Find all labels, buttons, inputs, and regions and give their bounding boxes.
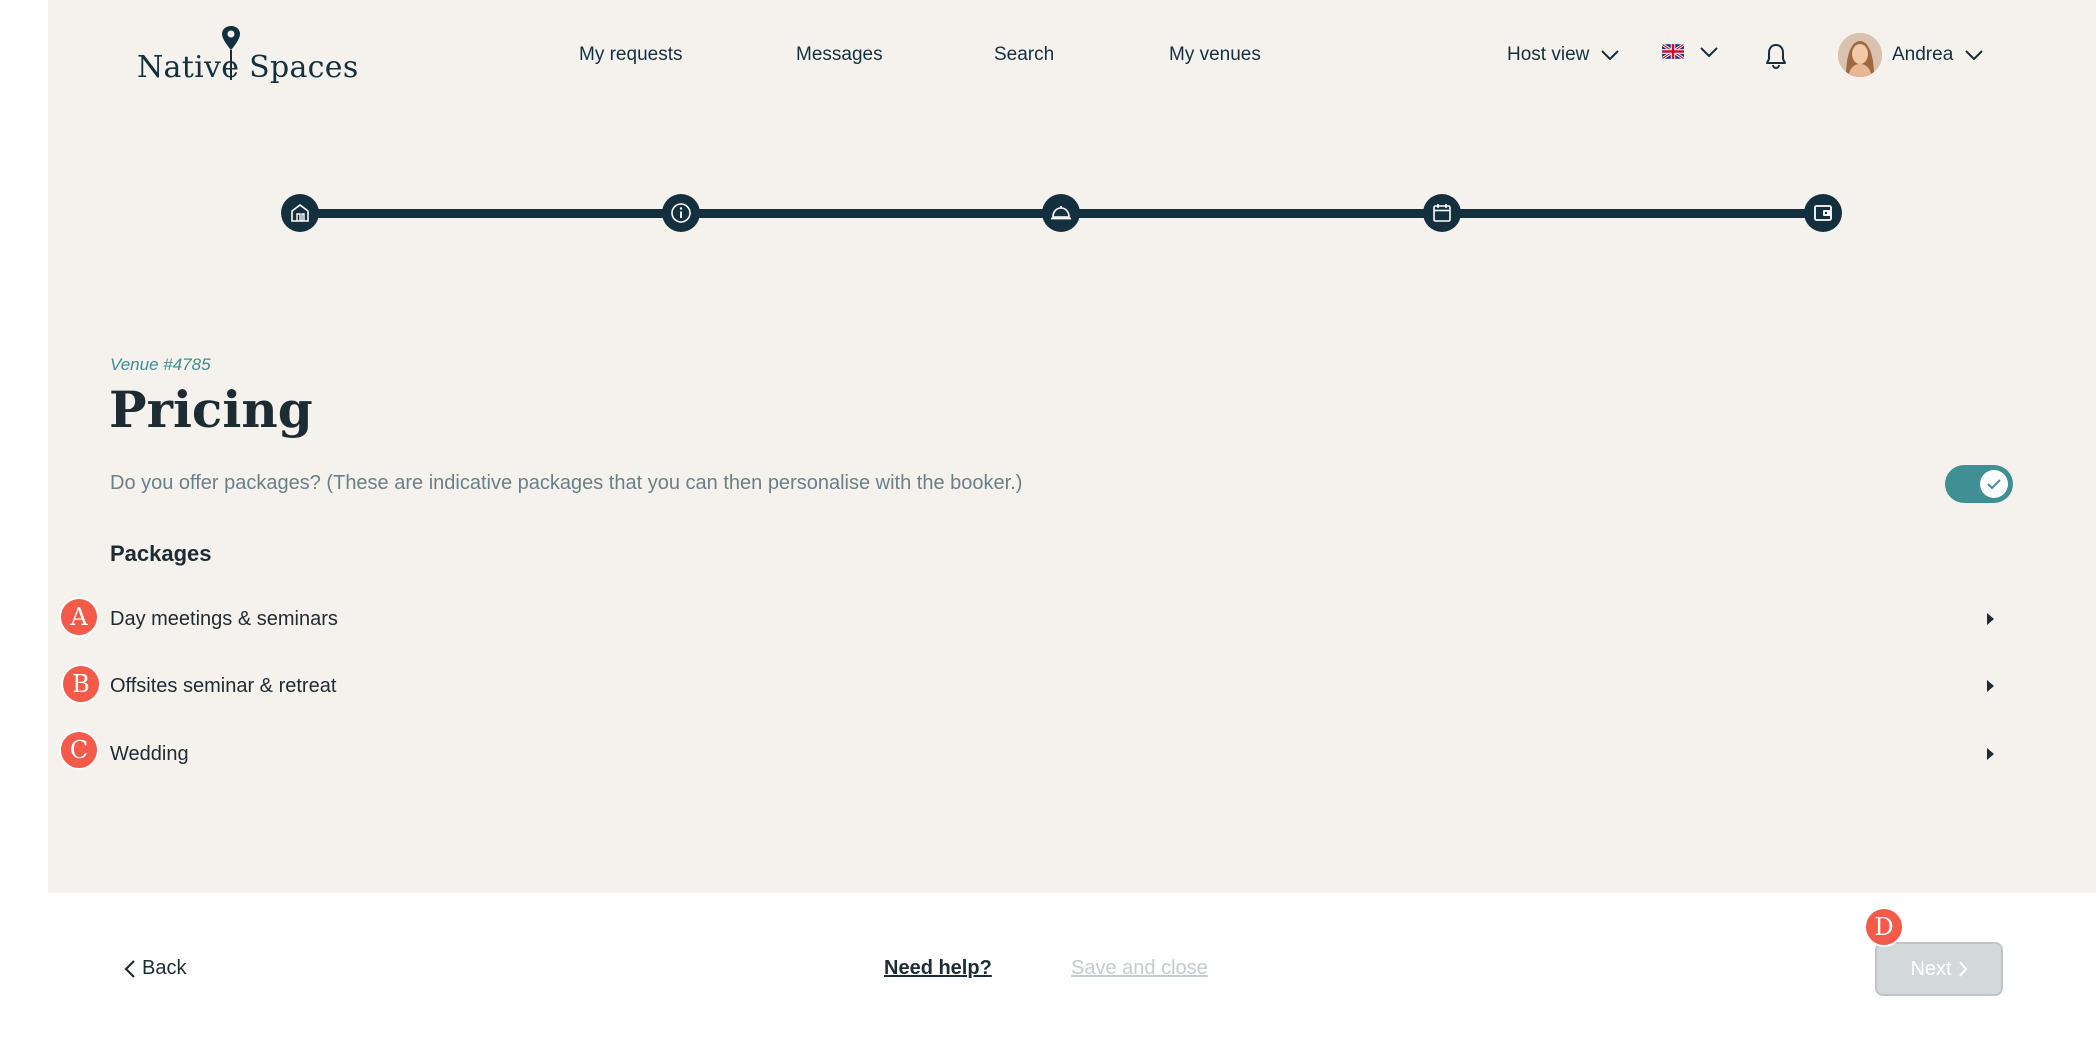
- venue-id: Venue #4785: [110, 355, 211, 374]
- save-and-close-link[interactable]: Save and close: [1071, 957, 1208, 980]
- annotation-marker-d: D: [1864, 907, 1904, 947]
- next-button[interactable]: Next: [1875, 942, 2003, 996]
- native-spaces-logo[interactable]: Native Spaces: [137, 20, 358, 90]
- toggle-knob: [1980, 470, 2008, 498]
- caret-right-icon: [1987, 613, 1994, 625]
- host-view-label: Host view: [1507, 44, 1590, 65]
- language-dropdown[interactable]: [1662, 44, 1718, 59]
- package-label: Offsites seminar & retreat: [110, 674, 337, 697]
- house-icon: [291, 204, 309, 222]
- annotation-marker-b: B: [61, 664, 101, 704]
- chevron-down-icon: [1601, 50, 1620, 60]
- need-help-link[interactable]: Need help?: [884, 957, 992, 980]
- logo-text: Native Spaces: [137, 50, 359, 85]
- back-button[interactable]: Back: [124, 957, 186, 980]
- step-availability[interactable]: [1423, 194, 1461, 232]
- annotation-marker-a: A: [59, 597, 99, 637]
- package-label: Day meetings & seminars: [110, 607, 338, 630]
- caret-right-icon: [1987, 680, 1994, 692]
- packages-heading: Packages: [110, 541, 212, 566]
- next-label: Next: [1910, 957, 1952, 980]
- back-label: Back: [142, 957, 187, 979]
- chevron-left-icon: [124, 959, 135, 978]
- package-row-wedding[interactable]: Wedding: [110, 732, 2000, 776]
- nav-messages[interactable]: Messages: [796, 44, 883, 66]
- info-icon: [671, 203, 691, 223]
- offer-packages-toggle[interactable]: [1945, 465, 2013, 503]
- user-name: Andrea: [1892, 44, 1954, 65]
- chevron-down-icon: [1700, 46, 1718, 57]
- calendar-icon: [1433, 204, 1451, 222]
- chevron-right-icon: [1958, 961, 1967, 977]
- step-pricing-current[interactable]: [1804, 194, 1842, 232]
- package-row-day-meetings[interactable]: Day meetings & seminars: [110, 597, 2000, 641]
- step-venue[interactable]: [281, 194, 319, 232]
- step-catering[interactable]: [1042, 194, 1080, 232]
- nav-search[interactable]: Search: [994, 44, 1054, 66]
- avatar[interactable]: [1838, 33, 1882, 77]
- uk-flag-icon: [1662, 44, 1684, 59]
- host-view-dropdown[interactable]: Host view: [1507, 44, 1620, 66]
- cloche-icon: [1051, 206, 1071, 220]
- wallet-icon: [1814, 205, 1832, 221]
- bell-icon[interactable]: [1764, 42, 1788, 70]
- packages-question: Do you offer packages? (These are indica…: [110, 472, 1023, 494]
- caret-right-icon: [1987, 748, 1994, 760]
- check-icon: [1987, 479, 2001, 490]
- step-information[interactable]: [662, 194, 700, 232]
- chevron-down-icon: [1965, 50, 1983, 60]
- user-photo: [1838, 33, 1882, 77]
- nav-my-requests[interactable]: My requests: [579, 44, 682, 66]
- user-menu[interactable]: Andrea: [1892, 44, 1983, 66]
- nav-my-venues[interactable]: My venues: [1169, 44, 1261, 66]
- annotation-marker-c: C: [59, 730, 99, 770]
- package-row-offsites[interactable]: Offsites seminar & retreat: [110, 664, 2000, 708]
- page-title: Pricing: [109, 380, 313, 439]
- package-label: Wedding: [110, 742, 189, 765]
